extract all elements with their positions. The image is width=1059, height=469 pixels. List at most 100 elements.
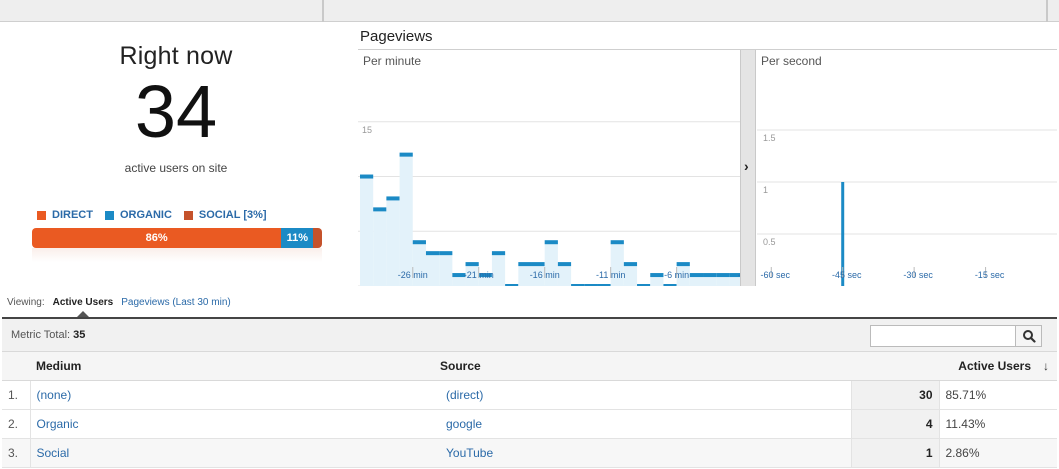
right-now-title: Right now [119,42,233,70]
table-search-input[interactable] [870,325,1016,347]
bar[interactable] [518,262,532,267]
bar[interactable] [597,284,611,286]
table-row: 2. Organic google 4 11.43% [2,409,1057,439]
active-users-percent: 85.71% [939,380,1057,410]
bar[interactable] [386,196,400,201]
bar[interactable] [360,174,374,179]
bar[interactable] [505,284,519,286]
table-header-row: Medium Source Active Users ↓ [2,352,1057,381]
row-index: 2. [2,409,31,439]
chevron-right-icon[interactable]: › [744,158,749,174]
row-index: 1. [2,380,31,410]
col-medium[interactable]: Medium [2,352,440,381]
legend-label: SOCIAL [3%] [198,209,267,221]
x-tick-label: -21 min [464,270,494,280]
bar[interactable] [584,284,598,286]
x-tick-label: -11 min [596,270,625,280]
table-row: 3. Social YouTube 1 2.86% [2,438,1057,468]
active-users-count: 34 [134,70,218,153]
bar[interactable] [623,262,638,267]
bar[interactable] [544,240,558,245]
toolbar-separator [1046,0,1048,22]
bar[interactable] [610,240,624,245]
search-button[interactable] [1015,325,1042,347]
share-segment: 86% [32,228,282,248]
per-second-label: Per second [761,54,822,68]
metric-total-label: Metric Total: [11,329,71,341]
viewing-toggle: Viewing: Active Users Pageviews (Last 30… [7,297,231,317]
bar[interactable] [637,284,651,286]
legend-organic[interactable]: ORGANIC [104,209,172,221]
bar[interactable] [439,251,453,256]
medium-link[interactable]: (none) [30,380,440,410]
x-tick-label: -30 sec [903,270,933,280]
bar[interactable] [465,262,479,267]
source-link[interactable]: YouTube [440,438,851,468]
per-minute-label: Per minute [363,54,422,68]
bar-fill [360,176,374,286]
metric-total: Metric Total: 35 [11,329,85,341]
bar[interactable] [399,152,413,157]
per-minute-chart: 51015-26 min-21 min-16 min-11 min-6 min-… [358,121,740,286]
legend-label: DIRECT [52,209,93,221]
bar[interactable] [676,262,690,267]
metric-total-bar: Metric Total: 35 [2,317,1057,352]
bar[interactable] [650,273,664,278]
per-second-chart: 0.5 1 1.5 -60 sec -45 sec -30 sec -15 sec [757,129,1057,286]
toolbar-separator [322,0,324,22]
bar[interactable] [425,251,440,256]
y-tick-label: 0.5 [763,237,776,247]
bar-fill [623,264,638,286]
col-active-users-label: Active Users [958,358,1031,373]
tab-pageviews[interactable]: Pageviews (Last 30 min) [121,297,231,308]
bar[interactable] [531,262,545,267]
bar-fill [439,253,453,286]
legend-swatch [104,210,114,220]
bar-fill [491,253,506,286]
sort-down-icon[interactable]: ↓ [1043,359,1049,373]
bar-fill [399,154,413,286]
bar[interactable] [689,273,704,278]
bar[interactable] [716,273,730,278]
table-row: 1. (none) (direct) 30 85.71% [2,380,1057,410]
metric-total-value: 35 [73,329,86,341]
bar[interactable] [703,273,717,278]
search-icon [1022,330,1036,343]
legend-swatch [183,210,193,220]
medium-legend: DIRECT ORGANIC SOCIAL [3%] [37,209,267,221]
bar[interactable] [571,284,585,286]
bar[interactable] [491,251,506,256]
bar-fill [373,209,387,286]
bar[interactable] [663,284,677,286]
viewing-label: Viewing: [7,297,45,308]
pageviews-title: Pageviews [360,28,433,45]
x-tick-label: -60 sec [761,270,791,280]
medium-link[interactable]: Organic [30,409,440,439]
active-users-value: 1 [850,438,940,468]
bar-fill [557,264,572,286]
bar[interactable] [373,207,387,212]
legend-direct[interactable]: DIRECT [37,209,93,221]
col-source[interactable]: Source [440,352,851,381]
chart-divider[interactable]: › [740,50,756,286]
row-index: 3. [2,438,31,468]
active-users-subtitle: active users on site [124,161,228,175]
legend-swatch [37,210,46,220]
bar[interactable] [412,240,426,245]
col-active-users[interactable]: Active Users ↓ [851,352,1057,381]
source-link[interactable]: (direct) [440,380,851,410]
y-tick-label: 15 [362,125,372,135]
bar[interactable] [557,262,572,267]
legend-social[interactable]: SOCIAL [3%] [183,209,267,221]
bar-reflection [32,248,322,262]
tab-active-users[interactable]: Active Users [53,297,113,317]
top-toolbar [0,0,1059,22]
medium-link[interactable]: Social [30,438,440,468]
x-tick-label: -15 sec [975,270,1005,280]
source-link[interactable]: google [440,409,851,439]
y-tick-label: 1 [763,185,768,195]
active-users-table: Medium Source Active Users ↓ 1. (none) (d… [2,352,1057,468]
legend-label: ORGANIC [119,209,172,221]
active-users-value: 30 [850,380,940,410]
y-tick-label: 1.5 [763,133,776,143]
